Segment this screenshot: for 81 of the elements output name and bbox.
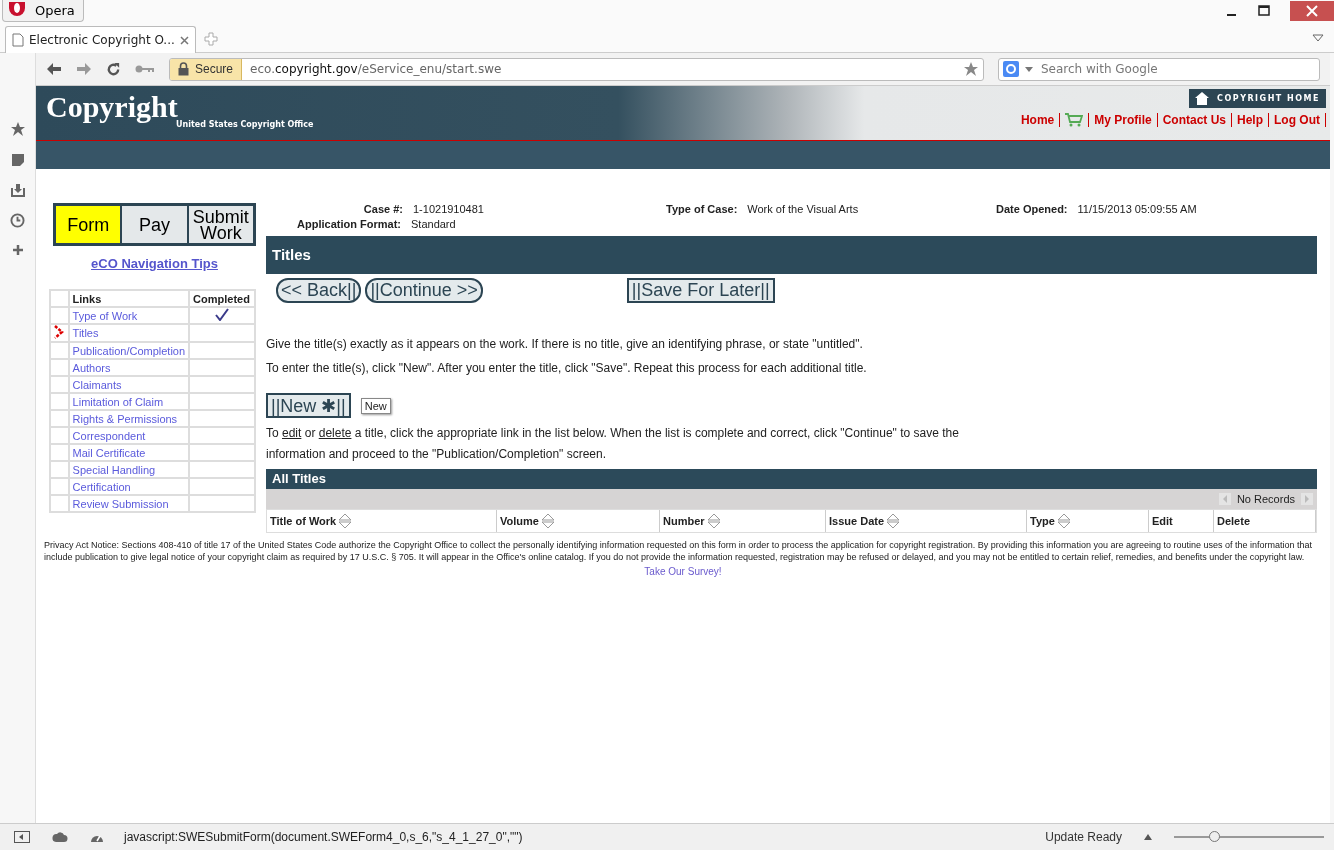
column-header[interactable]: Edit <box>1152 515 1173 527</box>
column-header[interactable]: Issue Date <box>829 515 885 527</box>
zoom-slider[interactable] <box>1174 830 1324 844</box>
survey-link[interactable]: Take Our Survey! <box>644 566 722 577</box>
reload-icon[interactable] <box>106 61 121 77</box>
note-icon[interactable] <box>10 153 25 167</box>
field-value: 1-1021910481 <box>413 203 485 215</box>
sort-icon[interactable] <box>706 513 721 529</box>
step-link[interactable]: Titles <box>72 327 99 339</box>
bookmark-star-icon[interactable] <box>963 61 979 77</box>
sort-icon[interactable] <box>886 513 901 529</box>
field-label: Type of Case: <box>666 203 738 215</box>
form-button[interactable]: ||Save For Later|| <box>626 278 775 303</box>
step-tab[interactable]: Pay <box>120 206 187 243</box>
add-icon[interactable] <box>11 244 24 256</box>
field-label: Case #: <box>363 203 403 215</box>
search-engine-icon[interactable] <box>1003 61 1019 77</box>
sort-icon[interactable] <box>338 513 353 529</box>
star-icon[interactable] <box>9 121 26 137</box>
app-menu-button[interactable]: Opera <box>2 0 84 22</box>
navigation-tips-link[interactable]: eCO Navigation Tips <box>91 256 218 271</box>
search-bar[interactable]: Search with Google <box>998 57 1320 81</box>
close-button[interactable] <box>1290 1 1334 21</box>
record-count: No Records <box>1236 493 1295 505</box>
panel-toggle-icon[interactable] <box>14 831 30 843</box>
sort-icon[interactable] <box>540 513 555 529</box>
update-status[interactable]: Update Ready <box>1045 830 1122 844</box>
inline-link[interactable]: edit <box>282 426 302 440</box>
field-value: 11/15/2013 05:09:55 AM <box>1077 203 1197 215</box>
copyright-home-button[interactable]: COPYRIGHT HOME <box>1189 89 1326 108</box>
page-icon <box>12 33 24 47</box>
tab-menu-icon[interactable] <box>1312 34 1324 42</box>
key-icon[interactable] <box>135 64 155 74</box>
house-icon <box>1195 92 1210 105</box>
sort-icon[interactable] <box>1056 513 1071 529</box>
column-header[interactable]: Number <box>663 515 705 527</box>
field-label: Application Format: <box>297 218 401 230</box>
field-value: Standard <box>411 218 457 230</box>
close-icon[interactable] <box>179 35 189 45</box>
status-url: javascript:SWESubmitForm(document.SWEForm4_0,s_6,"s_4_1_27_0","") <box>124 830 524 844</box>
instruction-text: Give the title(s) exactly as it appears on the work. If there is no title, give an identifying phrase, or state "untitled". <box>266 337 864 351</box>
url-text: eco.copyright.gov/eService_enu/start.swe <box>249 62 503 76</box>
list-header: All Titles <box>266 469 1317 489</box>
privacy-notice: Privacy Act Notice: Sections 408-410 of title 17 of the United States Code authorize the Copyright Office to collect the personally identifying information requested on this form in order to process the application for copyright registration. By providing this information you are agreeing to routine uses of the information that include publication to give legal notice of your copyright claim as required by 17 U.S.C. § 705. It will appear in the Office's online catalog. If you do not provide the information requested, registration may be refused or delayed, and you may not be entitled to certain relief, remedies, and benefits under the copyright law. <box>44 539 1314 563</box>
new-button[interactable]: ||New ✱|| <box>266 393 351 418</box>
column-header: Completed <box>189 290 255 307</box>
cloud-icon[interactable] <box>52 832 68 842</box>
field-label: Date Opened: <box>996 203 1068 215</box>
lock-icon <box>178 62 189 76</box>
instruction-text: To enter the title(s), click "New". After you enter the title, click "Save". Repeat this process for each additional title. <box>266 361 868 375</box>
form-button[interactable]: << Back|| <box>276 278 362 303</box>
column-header[interactable]: Type <box>1030 515 1055 527</box>
column-header[interactable]: Volume <box>500 515 539 527</box>
clock-icon[interactable] <box>10 213 25 228</box>
slider-thumb[interactable] <box>1208 831 1220 842</box>
back-icon[interactable] <box>46 62 62 76</box>
column-header[interactable]: Title of Work <box>270 515 337 527</box>
nav-link[interactable]: Contact Us <box>1156 113 1231 127</box>
forward-icon[interactable] <box>76 62 92 76</box>
step-tab[interactable]: Submit Work <box>186 206 253 243</box>
inline-link[interactable]: delete <box>318 426 352 440</box>
section-header: Titles <box>266 236 1317 274</box>
tooltip: New <box>360 397 391 414</box>
field-value: Work of the Visual Arts <box>747 203 859 215</box>
nav-link[interactable]: Help <box>1231 113 1268 127</box>
secure-badge[interactable]: Secure <box>170 58 243 80</box>
form-button[interactable]: ||Continue >> <box>365 278 483 303</box>
maximize-icon[interactable] <box>1258 5 1270 17</box>
download-icon[interactable] <box>10 183 25 197</box>
nav-link[interactable]: Log Out <box>1268 113 1326 127</box>
browser-tab[interactable]: Electronic Copyright O... <box>5 26 196 53</box>
instruction-text: To edit or delete a title, click the appropriate link in the list below. When the list is complete and correct, click "Continue" to save the information and proceed to the "Publication/Completion" screen. <box>266 425 960 463</box>
site-subtitle: United States Copyright Office <box>176 120 314 129</box>
column-header[interactable]: Delete <box>1217 515 1251 527</box>
nav-link[interactable]: Home <box>1015 113 1060 127</box>
nav-link[interactable]: My Profile <box>1088 113 1157 127</box>
dropdown-icon[interactable] <box>1025 66 1033 72</box>
address-bar[interactable]: Secure eco.copyright.gov/eService_enu/start.swe <box>169 57 984 81</box>
step-tab[interactable]: Form <box>56 206 121 243</box>
column-header: Links <box>68 290 190 307</box>
caret-icon[interactable] <box>1144 834 1152 840</box>
